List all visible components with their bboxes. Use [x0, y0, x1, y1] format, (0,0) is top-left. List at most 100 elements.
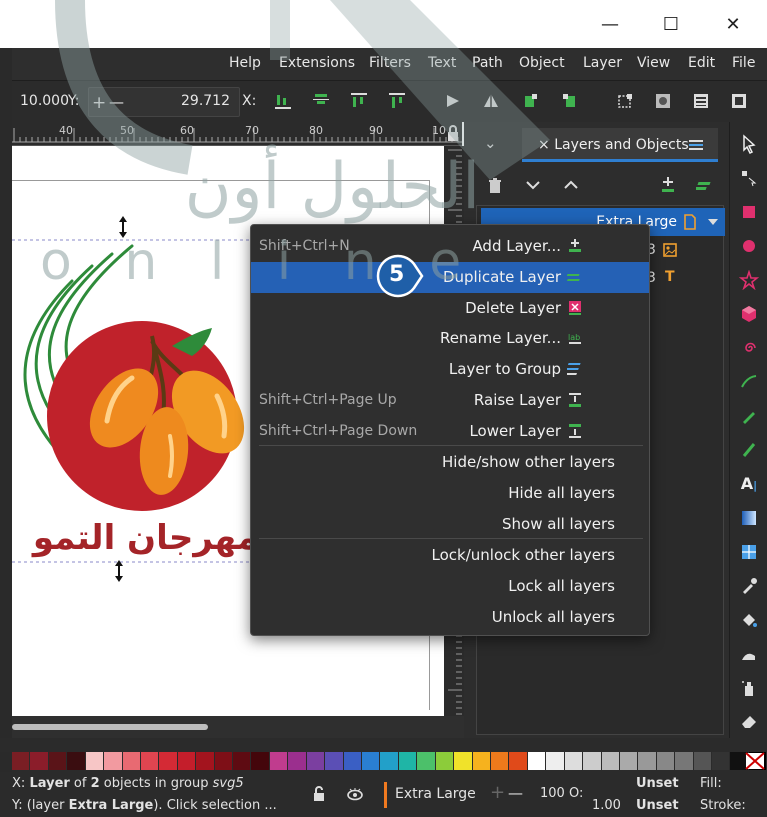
rectangle-tool-icon[interactable]	[739, 202, 759, 222]
no-paint-icon[interactable]	[745, 752, 765, 770]
palette-swatch[interactable]	[380, 752, 398, 770]
selector-tool-icon[interactable]	[739, 134, 759, 154]
menu-item-layer-to-group[interactable]: Layer to Group	[251, 354, 649, 385]
opacity-increment-button[interactable]: +	[490, 782, 505, 803]
palette-swatch[interactable]	[435, 752, 454, 770]
menu-item-unlock-all-layers[interactable]: Unlock all layers	[251, 602, 649, 633]
current-layer-name[interactable]: Extra Large	[395, 786, 476, 802]
palette-swatch[interactable]	[140, 752, 159, 770]
palette-swatch[interactable]	[417, 752, 435, 770]
menu-item-delete-layer[interactable]: Delete Layer	[251, 293, 649, 324]
maximize-button[interactable]: ☐	[651, 8, 691, 42]
menu-item-lock-unlock-other-layers[interactable]: Lock/unlock other layers	[251, 540, 649, 571]
tab-layers-and-objects[interactable]: × Layers and Objects	[522, 128, 718, 162]
spray-tool-icon[interactable]	[739, 678, 759, 698]
palette-swatch[interactable]	[306, 752, 325, 770]
palette-swatch[interactable]	[693, 752, 712, 770]
palette-swatch[interactable]	[177, 752, 196, 770]
spiral-tool-icon[interactable]	[739, 338, 759, 358]
palette-swatch[interactable]	[638, 752, 656, 770]
palette-swatch[interactable]	[67, 752, 85, 770]
horizontal-scrollbar[interactable]	[12, 716, 464, 738]
rotate-ccw-icon[interactable]	[560, 92, 578, 110]
palette-swatch[interactable]	[398, 752, 417, 770]
palette-swatch[interactable]	[509, 752, 527, 770]
palette-swatch[interactable]	[85, 752, 104, 770]
minimize-button[interactable]: —	[590, 8, 630, 42]
gradient-tool-icon[interactable]	[739, 508, 759, 528]
menu-item-hide-all-layers[interactable]: Hide all layers	[251, 478, 649, 509]
node-tool-icon[interactable]	[739, 168, 759, 188]
star-tool-icon[interactable]	[739, 270, 759, 290]
scrollbar-thumb[interactable]	[12, 724, 208, 730]
palette-swatch[interactable]	[122, 752, 140, 770]
trash-icon[interactable]	[488, 178, 502, 194]
palette-swatch[interactable]	[583, 752, 601, 770]
layer-expand-icon[interactable]	[707, 218, 719, 226]
stroke-width-value[interactable]: 1.00	[592, 798, 621, 813]
palette-swatch[interactable]	[490, 752, 509, 770]
lock-layer-icon[interactable]	[312, 786, 326, 802]
transform-corner-icon[interactable]	[616, 92, 634, 110]
transform-image-icon[interactable]	[654, 92, 672, 110]
palette-swatch[interactable]	[564, 752, 583, 770]
menu-item-lock-all-layers[interactable]: Lock all layers	[251, 571, 649, 602]
dropper-tool-icon[interactable]	[739, 576, 759, 596]
eye-visibility-icon[interactable]	[346, 786, 364, 802]
fill-value[interactable]: Unset	[636, 776, 679, 791]
palette-swatch[interactable]	[48, 752, 67, 770]
menu-item-hide-show-other-layers[interactable]: Hide/show other layers	[251, 447, 649, 478]
ellipse-tool-icon[interactable]	[739, 236, 759, 256]
pencil-tool-icon[interactable]	[739, 372, 759, 392]
menu-layer[interactable]: Layer	[583, 55, 622, 71]
paint-bucket-tool-icon[interactable]	[739, 610, 759, 630]
palette-swatch[interactable]	[104, 752, 122, 770]
palette-swatch[interactable]	[712, 752, 730, 770]
palette-swatch[interactable]	[601, 752, 619, 770]
add-layer-icon[interactable]	[660, 176, 676, 194]
palette-swatch[interactable]	[196, 752, 214, 770]
palette-swatch[interactable]	[343, 752, 362, 770]
move-down-icon[interactable]	[526, 180, 540, 190]
palette-swatch[interactable]	[30, 752, 48, 770]
text-tool-icon[interactable]: A|	[739, 474, 759, 494]
palette-swatch[interactable]	[527, 752, 546, 770]
transform-pattern-icon[interactable]	[730, 92, 748, 110]
left-edge	[0, 48, 12, 817]
eraser-tool-icon[interactable]	[739, 710, 759, 730]
palette-swatch[interactable]	[362, 752, 380, 770]
menu-edit[interactable]: Edit	[688, 55, 715, 71]
opacity-decrement-button[interactable]: —	[508, 784, 523, 802]
palette-swatch[interactable]	[214, 752, 233, 770]
stroke-value[interactable]: Unset	[636, 798, 679, 813]
palette-swatch[interactable]	[251, 752, 269, 770]
palette-swatch[interactable]	[454, 752, 472, 770]
palette-swatch[interactable]	[12, 752, 30, 770]
menu-item-lower-layer[interactable]: Shift+Ctrl+Page Down Lower Layer	[251, 416, 649, 447]
pen-tool-icon[interactable]	[739, 406, 759, 426]
menu-item-raise-layer[interactable]: Shift+Ctrl+Page Up Raise Layer	[251, 385, 649, 416]
move-up-icon[interactable]	[564, 180, 578, 190]
palette-swatch[interactable]	[325, 752, 343, 770]
opacity-value[interactable]: 100	[540, 786, 565, 801]
menu-item-rename-layer[interactable]: Rename Layer... lab	[251, 323, 649, 354]
3d-box-tool-icon[interactable]	[739, 304, 759, 324]
palette-swatch[interactable]	[288, 752, 306, 770]
palette-swatch[interactable]	[675, 752, 693, 770]
calligraphy-tool-icon[interactable]	[739, 440, 759, 460]
add-sublayer-icon[interactable]	[696, 178, 712, 194]
palette-swatch[interactable]	[546, 752, 564, 770]
palette-swatch[interactable]	[472, 752, 490, 770]
palette-swatch[interactable]	[619, 752, 638, 770]
palette-swatch[interactable]	[269, 752, 288, 770]
menu-view[interactable]: View	[637, 55, 670, 71]
menu-file[interactable]: File	[732, 55, 755, 71]
palette-swatch[interactable]	[233, 752, 251, 770]
palette-swatch[interactable]	[656, 752, 675, 770]
menu-item-show-all-layers[interactable]: Show all layers	[251, 509, 649, 540]
mesh-tool-icon[interactable]	[739, 542, 759, 562]
close-window-button[interactable]: ✕	[713, 8, 753, 42]
palette-swatch[interactable]	[159, 752, 177, 770]
transform-gradient-icon[interactable]	[692, 92, 710, 110]
tweak-tool-icon[interactable]	[739, 644, 759, 664]
